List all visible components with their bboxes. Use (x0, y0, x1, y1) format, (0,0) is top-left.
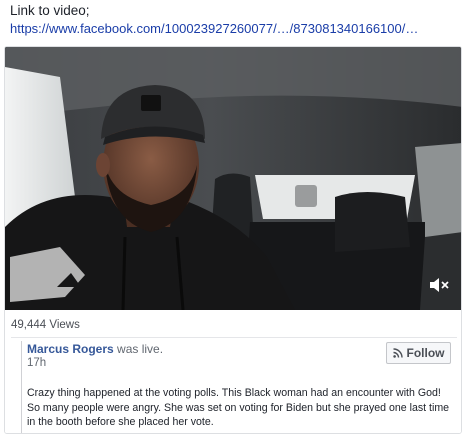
rss-icon (392, 348, 403, 358)
post-text: Crazy thing happened at the voting polls… (27, 387, 450, 428)
video-frame (5, 47, 461, 310)
follow-label: Follow (406, 346, 445, 360)
view-count: 49,444 Views (11, 319, 80, 331)
follow-button[interactable]: Follow (386, 342, 451, 364)
cap-emblem (141, 95, 161, 111)
post-timestamp[interactable]: 17h (27, 357, 46, 369)
video-player[interactable] (5, 47, 461, 310)
author-name[interactable]: Marcus Rogers (27, 342, 114, 356)
facebook-video-embed: 49,444 Views Marcus Rogers was live. 17h… (4, 46, 462, 434)
video-link[interactable]: https://www.facebook.com/100023927260077… (10, 20, 460, 38)
author-line: Marcus Rogers was live. (27, 342, 163, 357)
intro: Link to video; https://www.facebook.com/… (10, 2, 460, 38)
mute-button[interactable] (427, 274, 453, 296)
intro-label: Link to video; (10, 3, 90, 18)
video-meta: 49,444 Views Marcus Rogers was live. 17h… (5, 310, 461, 433)
speaker-muted-icon (430, 278, 449, 292)
divider (11, 337, 457, 338)
live-status: was live. (117, 342, 164, 356)
post: Marcus Rogers was live. 17h Follow Crazy… (21, 341, 457, 433)
